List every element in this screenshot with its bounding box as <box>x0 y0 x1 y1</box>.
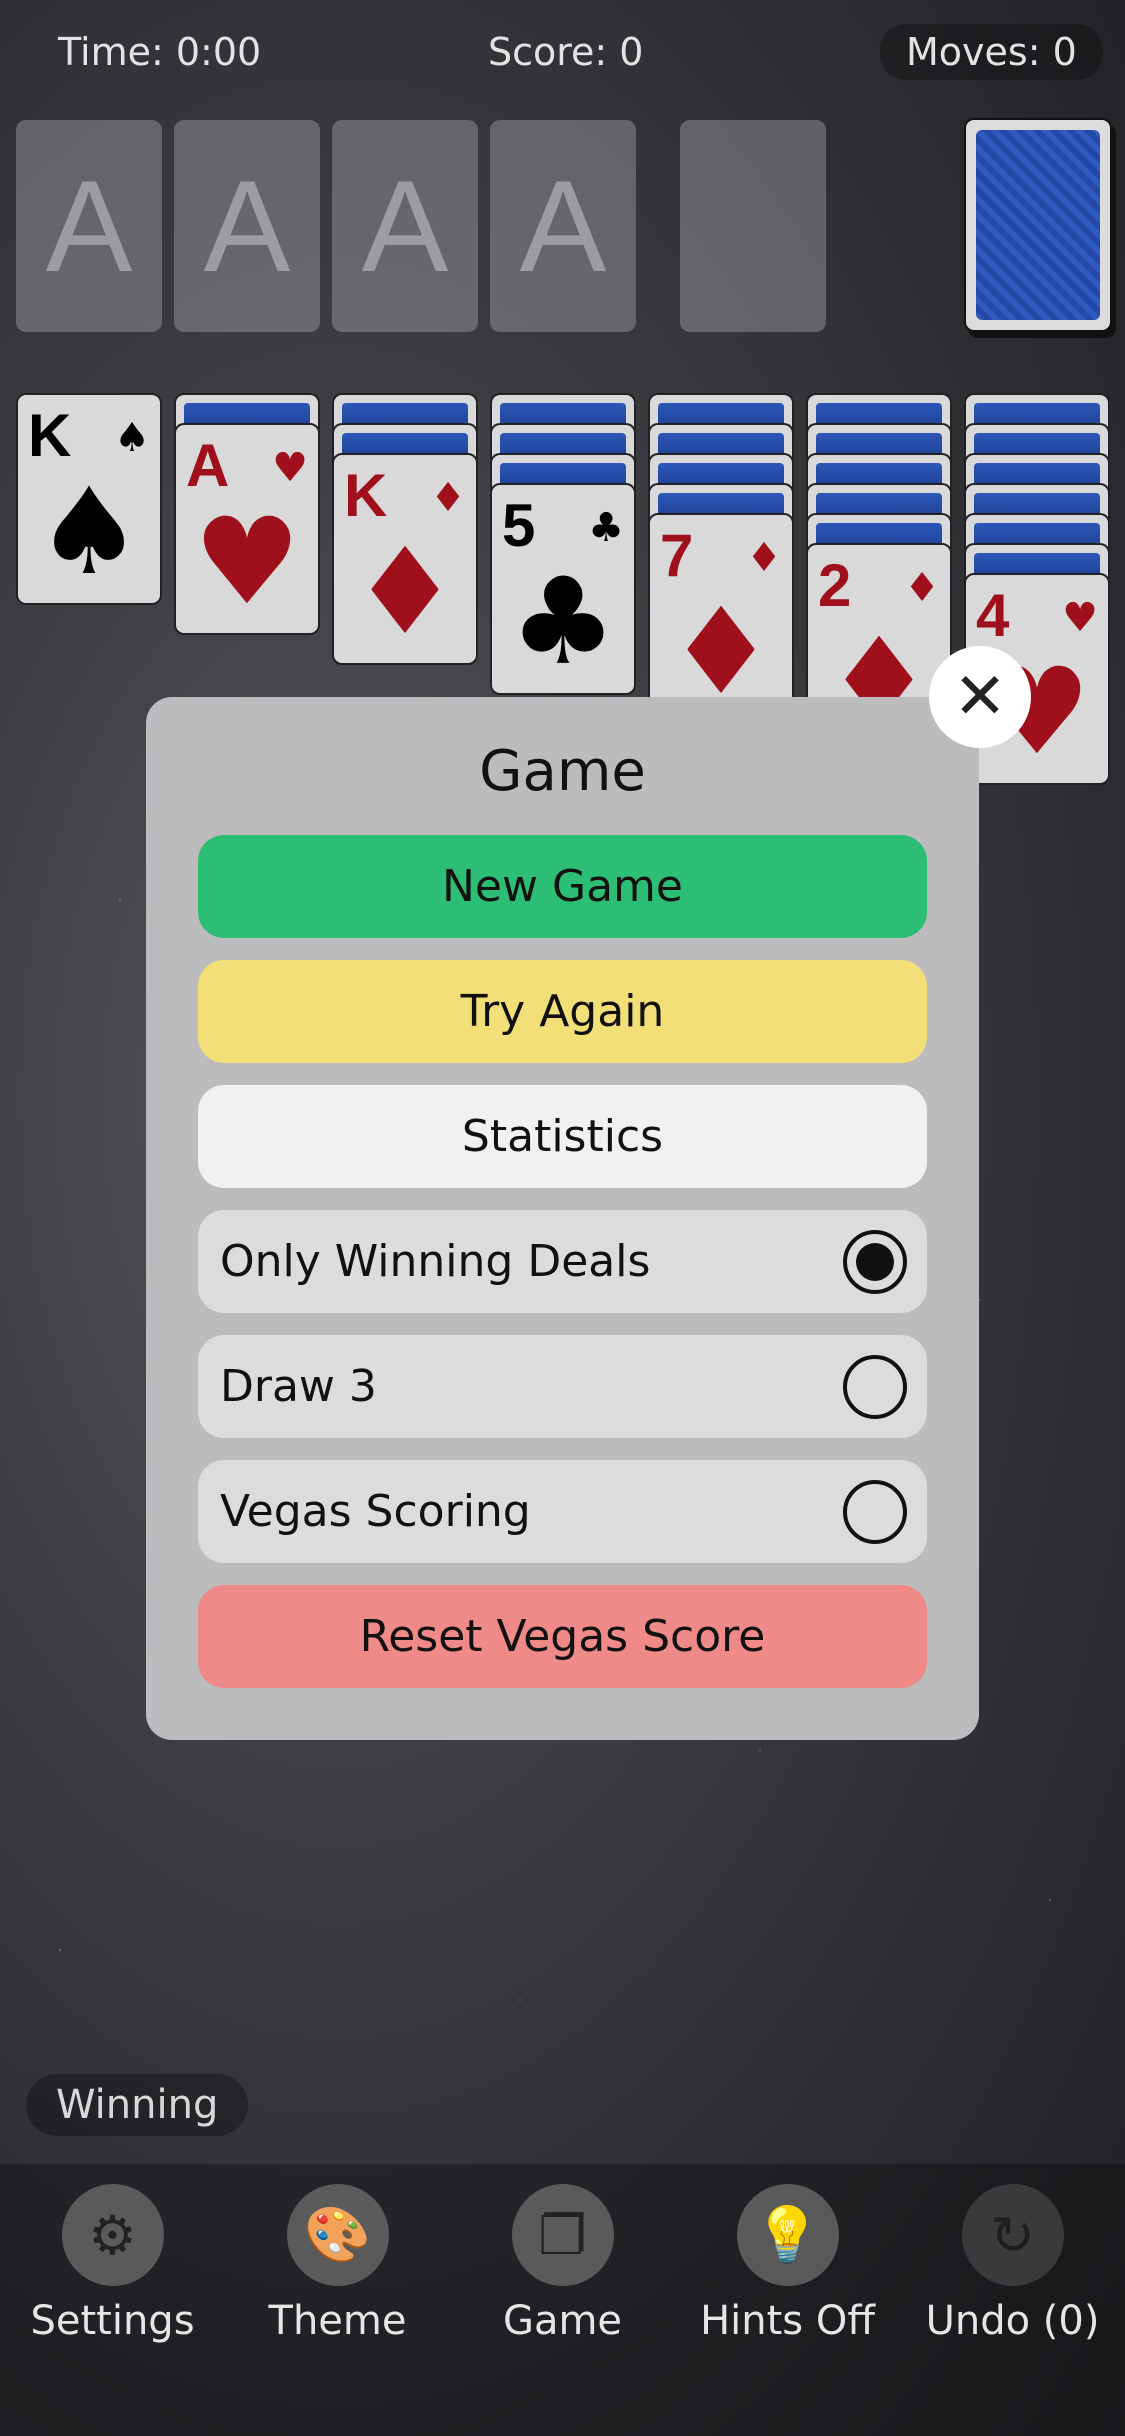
status-bar: Time: 0:00 Score: 0 Moves: 0 <box>0 0 1125 110</box>
tableau-card[interactable]: K ♦ ♦ <box>332 453 478 665</box>
palette-icon: 🎨 <box>286 2184 389 2286</box>
card-suit-large: ♥ <box>193 493 301 632</box>
foundation-slot-3[interactable]: A <box>332 120 478 332</box>
theme-button[interactable]: 🎨 Theme <box>225 2174 450 2344</box>
card-rank: 7 <box>660 522 694 589</box>
winning-badge: Winning <box>26 2074 249 2136</box>
reset-vegas-score-button[interactable]: Reset Vegas Score <box>198 1585 927 1688</box>
card-suit-large: ♠ <box>35 463 143 602</box>
foundation-slot-1[interactable]: A <box>16 120 162 332</box>
radio-unselected-icon[interactable] <box>843 1355 907 1419</box>
radio-unselected-icon[interactable] <box>843 1480 907 1544</box>
tableau-card[interactable]: A ♥ ♥ <box>174 423 320 635</box>
undo-icon: ↻ <box>961 2184 1064 2286</box>
tableau-card[interactable]: 5 ♣ ♣ <box>490 483 636 695</box>
radio-selected-icon[interactable] <box>843 1230 907 1294</box>
card-suit-small: ♥ <box>1062 595 1098 641</box>
statistics-button[interactable]: Statistics <box>198 1085 927 1188</box>
card-suit-large: ♦ <box>667 583 775 722</box>
game-dialog: Game New Game Try Again Statistics Only … <box>146 697 979 1740</box>
card-suit-small: ♠ <box>114 415 150 461</box>
card-rank: 2 <box>818 552 852 619</box>
undo-button[interactable]: ↻ Undo (0) <box>900 2174 1125 2344</box>
gear-icon: ⚙ <box>61 2184 164 2286</box>
option-label: Vegas Scoring <box>220 1486 531 1537</box>
card-suit-large: ♣ <box>509 553 617 692</box>
score-label: Score: 0 <box>488 30 644 74</box>
option-draw-3[interactable]: Draw 3 <box>198 1335 927 1438</box>
waste-slot[interactable] <box>680 120 826 332</box>
dialog-title: Game <box>479 739 646 804</box>
lightbulb-icon: 💡 <box>736 2184 839 2286</box>
card-suit-large: ♦ <box>351 523 459 662</box>
hints-button[interactable]: 💡 Hints Off <box>675 2174 900 2344</box>
card-suit-small: ♦ <box>430 475 466 521</box>
new-game-button[interactable]: New Game <box>198 835 927 938</box>
foundation-slot-4[interactable]: A <box>490 120 636 332</box>
tableau-card[interactable]: 7 ♦ ♦ <box>648 513 794 725</box>
stock-pile[interactable] <box>964 118 1112 332</box>
foundation-slot-2[interactable]: A <box>174 120 320 332</box>
card-suit-small: ♦ <box>746 535 782 581</box>
bottom-toolbar: ⚙ Settings 🎨 Theme ❐ Game 💡 Hints Off ↻ … <box>0 2164 1125 2436</box>
option-label: Draw 3 <box>220 1361 377 1412</box>
cards-icon: ❐ <box>511 2184 614 2286</box>
card-suit-small: ♥ <box>272 445 308 491</box>
card-rank: 4 <box>976 582 1010 649</box>
close-icon[interactable]: ✕ <box>929 646 1031 748</box>
tableau-card[interactable]: K ♠ ♠ <box>16 393 162 605</box>
option-only-winning-deals[interactable]: Only Winning Deals <box>198 1210 927 1313</box>
card-suit-small: ♣ <box>588 505 624 551</box>
card-rank: A <box>186 432 230 499</box>
card-rank: K <box>344 462 388 529</box>
option-label: Only Winning Deals <box>220 1236 651 1287</box>
card-rank: 5 <box>502 492 536 559</box>
card-suit-small: ♦ <box>904 565 940 611</box>
card-rank: K <box>28 402 72 469</box>
option-vegas-scoring[interactable]: Vegas Scoring <box>198 1460 927 1563</box>
try-again-button[interactable]: Try Again <box>198 960 927 1063</box>
game-button[interactable]: ❐ Game <box>450 2174 675 2344</box>
settings-button[interactable]: ⚙ Settings <box>0 2174 225 2344</box>
time-label: Time: 0:00 <box>58 30 262 74</box>
moves-label: Moves: 0 <box>880 24 1103 80</box>
